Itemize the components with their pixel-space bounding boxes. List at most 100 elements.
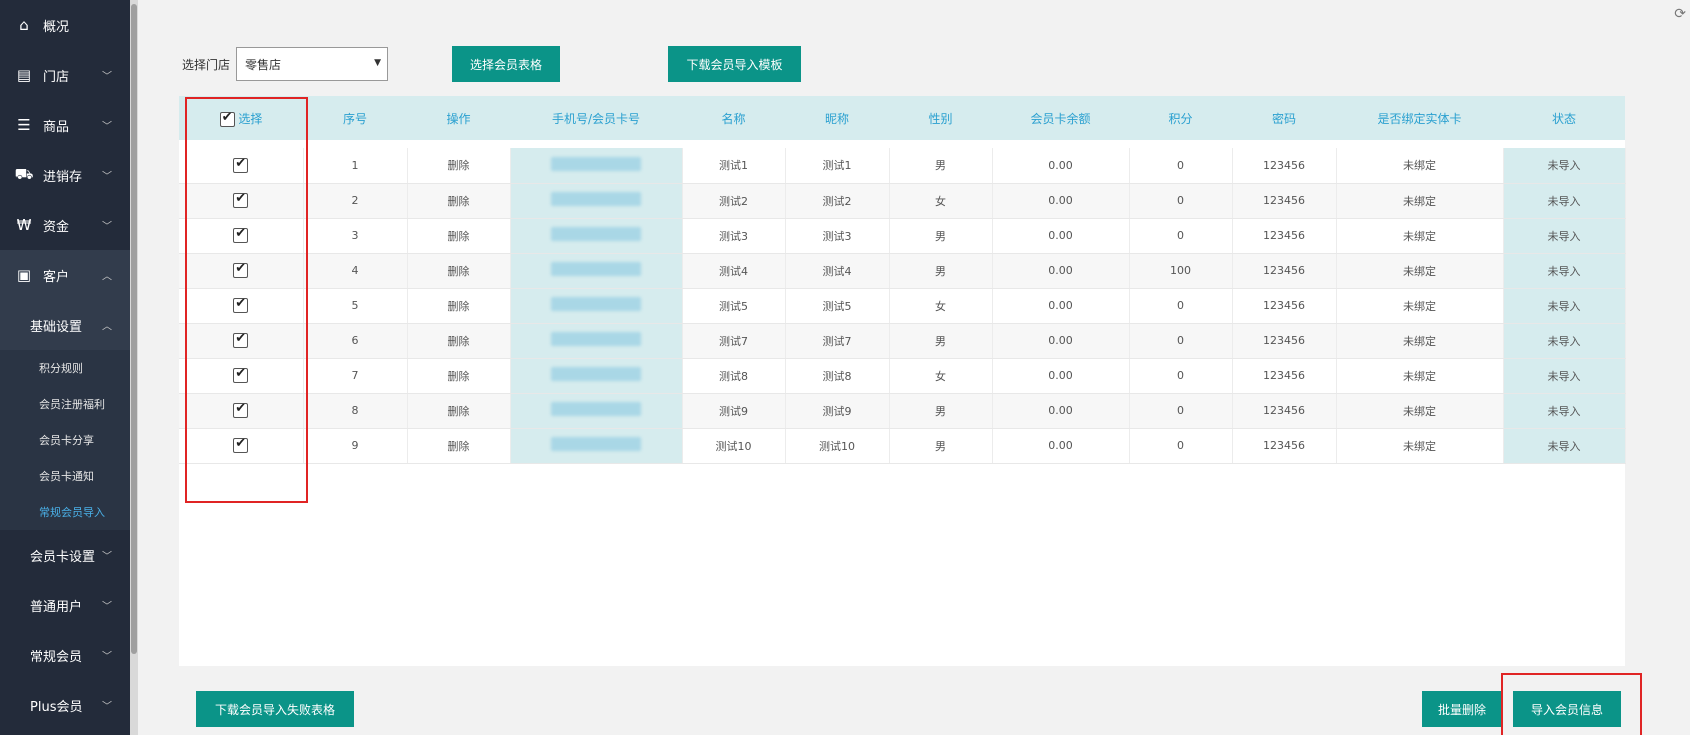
scrollbar-thumb[interactable] bbox=[131, 4, 137, 654]
chevron-down-icon: ﹀ bbox=[102, 651, 112, 663]
cell-password: 123456 bbox=[1232, 253, 1337, 289]
nav-label: 会员卡设置 bbox=[30, 549, 96, 565]
nav-item-store[interactable]: ▤ 门店 ﹀ bbox=[0, 50, 130, 100]
cell-nickname: 测试10 bbox=[785, 428, 890, 464]
sidebar: ⌂ 概况 ▤ 门店 ﹀ ☰ 商品 ﹀ ⛟ 进销存 ﹀ ₩ 资金 ﹀ ▣ 客户 ︿… bbox=[0, 0, 130, 735]
cell-gender: 女 bbox=[889, 358, 993, 394]
header-op: 操作 bbox=[446, 111, 471, 126]
cell-name: 测试7 bbox=[682, 323, 786, 359]
cell-no: 4 bbox=[303, 253, 408, 289]
cell-phone bbox=[510, 323, 683, 359]
table-row: 1删除测试1测试1男0.000123456未绑定未导入 bbox=[179, 148, 1626, 184]
redacted-phone bbox=[551, 156, 641, 171]
cell-balance: 0.00 bbox=[992, 253, 1130, 289]
cell-points: 0 bbox=[1129, 358, 1233, 394]
cell-no: 9 bbox=[303, 428, 408, 464]
cell-gender: 男 bbox=[889, 148, 993, 184]
store-select[interactable]: 零售店 ▼ bbox=[236, 47, 389, 81]
redacted-phone bbox=[551, 332, 641, 346]
nav-label: 普通用户 bbox=[30, 599, 83, 615]
delete-link[interactable]: 删除 bbox=[407, 148, 511, 184]
cell-balance: 0.00 bbox=[992, 358, 1130, 394]
table-row: 5删除测试5测试5女0.000123456未绑定未导入 bbox=[179, 288, 1626, 324]
nav-label: 常规会员 bbox=[30, 649, 83, 665]
redacted-phone bbox=[551, 367, 641, 381]
chevron-down-icon: ﹀ bbox=[102, 551, 112, 563]
delete-link[interactable]: 删除 bbox=[407, 393, 511, 429]
cell-balance: 0.00 bbox=[992, 183, 1130, 219]
redacted-phone bbox=[551, 227, 641, 241]
cell-name: 测试5 bbox=[682, 288, 786, 324]
nav-item-member-import[interactable]: 常规会员导入 bbox=[0, 494, 130, 530]
nav-label: 门店 bbox=[43, 69, 70, 85]
cell-status: 未导入 bbox=[1503, 183, 1626, 219]
header-phone: 手机号/会员卡号 bbox=[551, 111, 641, 126]
caret-down-icon: ▼ bbox=[374, 58, 382, 68]
cell-balance: 0.00 bbox=[992, 218, 1130, 254]
store-label: 选择门店 bbox=[182, 57, 231, 72]
cell-password: 123456 bbox=[1232, 218, 1337, 254]
delete-link[interactable]: 删除 bbox=[407, 323, 511, 359]
nav-item-customer[interactable]: ▣ 客户 ︿ bbox=[0, 250, 130, 300]
select-member-table-button[interactable]: 选择会员表格 bbox=[452, 46, 561, 82]
cell-points: 0 bbox=[1129, 148, 1233, 184]
cell-no: 5 bbox=[303, 288, 408, 324]
cell-nickname: 测试8 bbox=[785, 358, 890, 394]
batch-delete-button[interactable]: 批量删除 bbox=[1422, 691, 1502, 727]
nav-item-regular-members[interactable]: 常规会员 ﹀ bbox=[0, 630, 130, 680]
chevron-up-icon: ︿ bbox=[102, 321, 112, 333]
nav-item-plus-members[interactable]: Plus会员 ﹀ bbox=[0, 680, 130, 730]
nav-item-normal-users[interactable]: 普通用户 ﹀ bbox=[0, 580, 130, 630]
cell-points: 0 bbox=[1129, 183, 1233, 219]
cell-no: 7 bbox=[303, 358, 408, 394]
nav-item-register-benefit[interactable]: 会员注册福利 bbox=[0, 386, 130, 422]
cell-gender: 男 bbox=[889, 253, 993, 289]
table-row: 8删除测试9测试9男0.000123456未绑定未导入 bbox=[179, 393, 1626, 429]
delete-link[interactable]: 删除 bbox=[407, 183, 511, 219]
nav-item-inventory[interactable]: ⛟ 进销存 ﹀ bbox=[0, 150, 130, 200]
cell-name: 测试2 bbox=[682, 183, 786, 219]
nav-item-basic-settings[interactable]: 基础设置 ︿ bbox=[0, 300, 130, 350]
nav-item-funds[interactable]: ₩ 资金 ﹀ bbox=[0, 200, 130, 250]
chevron-down-icon: ﹀ bbox=[102, 601, 112, 613]
nav-item-points-rule[interactable]: 积分规则 bbox=[0, 350, 130, 386]
header-name: 名称 bbox=[721, 111, 746, 126]
chevron-up-icon: ︿ bbox=[102, 271, 112, 283]
nav-item-overview[interactable]: ⌂ 概况 bbox=[0, 0, 130, 50]
cell-gender: 男 bbox=[889, 428, 993, 464]
cell-gender: 男 bbox=[889, 393, 993, 429]
download-failed-table-button[interactable]: 下载会员导入失败表格 bbox=[196, 691, 354, 727]
delete-link[interactable]: 删除 bbox=[407, 428, 511, 464]
header-no: 序号 bbox=[342, 111, 367, 126]
nav-item-card-settings[interactable]: 会员卡设置 ﹀ bbox=[0, 530, 130, 580]
download-template-button[interactable]: 下载会员导入模板 bbox=[668, 46, 802, 82]
cell-balance: 0.00 bbox=[992, 393, 1130, 429]
delete-link[interactable]: 删除 bbox=[407, 253, 511, 289]
nav-label: 资金 bbox=[43, 219, 70, 235]
store-icon: ▤ bbox=[16, 66, 32, 84]
delete-link[interactable]: 删除 bbox=[407, 218, 511, 254]
header-balance: 会员卡余额 bbox=[1030, 111, 1091, 126]
header-points: 积分 bbox=[1168, 111, 1193, 126]
delete-link[interactable]: 删除 bbox=[407, 288, 511, 324]
cell-gender: 男 bbox=[889, 323, 993, 359]
highlight-select-column bbox=[185, 97, 308, 503]
cell-no: 1 bbox=[303, 148, 408, 184]
chevron-down-icon: ﹀ bbox=[102, 701, 112, 713]
main-content: ⟳ 选择门店 零售店 ▼ 选择会员表格 下载会员导入模板 选择 序号 bbox=[140, 0, 1690, 735]
nav-item-card-share[interactable]: 会员卡分享 bbox=[0, 422, 130, 458]
truck-icon: ⛟ bbox=[14, 165, 34, 183]
cell-password: 123456 bbox=[1232, 288, 1337, 324]
cell-points: 100 bbox=[1129, 253, 1233, 289]
header-status: 状态 bbox=[1551, 111, 1576, 126]
cell-bound: 未绑定 bbox=[1336, 323, 1504, 359]
delete-link[interactable]: 删除 bbox=[407, 358, 511, 394]
cell-points: 0 bbox=[1129, 428, 1233, 464]
cell-nickname: 测试2 bbox=[785, 183, 890, 219]
table-row: 9删除测试10测试10男0.000123456未绑定未导入 bbox=[179, 428, 1626, 464]
nav-item-card-notify[interactable]: 会员卡通知 bbox=[0, 458, 130, 494]
cell-name: 测试10 bbox=[682, 428, 786, 464]
nav-item-goods[interactable]: ☰ 商品 ﹀ bbox=[0, 100, 130, 150]
refresh-icon[interactable]: ⟳ bbox=[1674, 6, 1686, 22]
sidebar-scrollbar[interactable] bbox=[130, 0, 138, 735]
